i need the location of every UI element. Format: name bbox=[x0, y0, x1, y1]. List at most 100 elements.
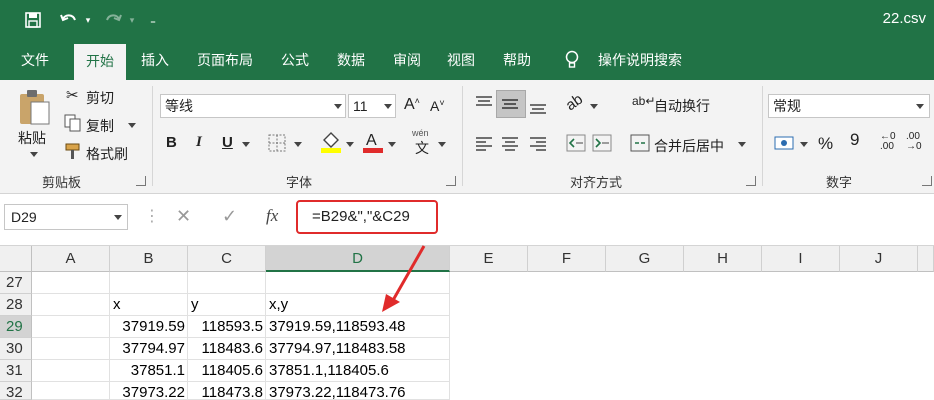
merge-center-button[interactable]: 合并后居中 bbox=[654, 136, 724, 156]
cell-b30[interactable]: 37794.97 bbox=[110, 338, 188, 360]
clipboard-launcher-icon[interactable] bbox=[136, 176, 146, 186]
align-middle-icon[interactable] bbox=[500, 94, 520, 114]
align-top-icon[interactable] bbox=[474, 94, 494, 112]
cell-a31[interactable] bbox=[32, 360, 110, 382]
comma-style-button[interactable]: 9 bbox=[850, 130, 859, 150]
column-header-f[interactable]: F bbox=[528, 246, 606, 272]
cell-b27[interactable] bbox=[110, 272, 188, 294]
shrink-font-icon[interactable]: A˅ bbox=[430, 98, 445, 114]
alignment-launcher-icon[interactable] bbox=[746, 176, 756, 186]
column-header-h[interactable]: H bbox=[684, 246, 762, 272]
paste-icon[interactable] bbox=[16, 88, 52, 126]
borders-dropdown-icon[interactable] bbox=[294, 142, 302, 147]
fill-color-dropdown-icon[interactable] bbox=[346, 142, 354, 147]
column-header-a[interactable]: A bbox=[32, 246, 110, 272]
cell-d30[interactable]: 37794.97,118483.58 bbox=[266, 338, 450, 360]
phonetic-guide-icon[interactable]: 文 bbox=[415, 138, 429, 158]
cancel-icon[interactable]: ✕ bbox=[176, 206, 191, 227]
tab-view[interactable]: 视图 bbox=[438, 40, 484, 80]
tab-help[interactable]: 帮助 bbox=[494, 40, 540, 80]
row-header[interactable]: 30 bbox=[0, 338, 32, 360]
tab-insert[interactable]: 插入 bbox=[130, 40, 180, 80]
decrease-decimal-icon[interactable]: .00 →0 bbox=[906, 132, 922, 152]
column-header-k[interactable] bbox=[918, 246, 934, 272]
redo-dropdown-icon[interactable]: ▾ bbox=[126, 8, 138, 32]
font-color-dropdown-icon[interactable] bbox=[388, 142, 396, 147]
number-format-select[interactable]: 常规 bbox=[768, 94, 930, 118]
cell-b29[interactable]: 37919.59 bbox=[110, 316, 188, 338]
increase-indent-icon[interactable] bbox=[592, 134, 612, 152]
cell-a27[interactable] bbox=[32, 272, 110, 294]
font-color-icon[interactable]: A bbox=[362, 130, 384, 154]
tell-me-search[interactable]: 操作说明搜索 bbox=[590, 40, 690, 80]
paste-dropdown-icon[interactable] bbox=[30, 152, 38, 157]
enter-icon[interactable]: ✓ bbox=[222, 206, 237, 227]
cell-c27[interactable] bbox=[188, 272, 266, 294]
copy-dropdown-icon[interactable] bbox=[128, 123, 136, 128]
font-launcher-icon[interactable] bbox=[446, 176, 456, 186]
row-header[interactable]: 28 bbox=[0, 294, 32, 316]
tab-data[interactable]: 数据 bbox=[328, 40, 374, 80]
cut-button[interactable]: 剪切 bbox=[86, 88, 114, 108]
tab-file[interactable]: 文件 bbox=[10, 40, 60, 80]
cell-a28[interactable] bbox=[32, 294, 110, 316]
cell-c31[interactable]: 118405.6 bbox=[188, 360, 266, 382]
select-all-corner[interactable] bbox=[0, 246, 32, 272]
increase-decimal-icon[interactable]: ←0.00 bbox=[880, 132, 896, 152]
cell-b31[interactable]: 37851.1 bbox=[110, 360, 188, 382]
accounting-dropdown-icon[interactable] bbox=[800, 142, 808, 147]
undo-dropdown-icon[interactable]: ▾ bbox=[82, 8, 94, 32]
cell-b32[interactable]: 37973.22 bbox=[110, 382, 188, 400]
column-header-j[interactable]: J bbox=[840, 246, 918, 272]
format-painter-button[interactable]: 格式刷 bbox=[86, 144, 128, 164]
cell-c29[interactable]: 118593.5 bbox=[188, 316, 266, 338]
font-size-dropdown-icon[interactable] bbox=[384, 104, 392, 109]
number-format-dropdown-icon[interactable] bbox=[916, 104, 924, 109]
font-name-dropdown-icon[interactable] bbox=[334, 104, 342, 109]
tab-page-layout[interactable]: 页面布局 bbox=[190, 40, 260, 80]
tab-formulas[interactable]: 公式 bbox=[272, 40, 318, 80]
decrease-indent-icon[interactable] bbox=[566, 134, 586, 152]
align-left-icon[interactable] bbox=[474, 136, 494, 152]
column-header-e[interactable]: E bbox=[450, 246, 528, 272]
cell-c32[interactable]: 118473.8 bbox=[188, 382, 266, 400]
customize-toolbar-icon[interactable]: ₌ bbox=[146, 8, 160, 32]
column-header-g[interactable]: G bbox=[606, 246, 684, 272]
cell-d29[interactable]: 37919.59,118593.48 bbox=[266, 316, 450, 338]
merge-dropdown-icon[interactable] bbox=[738, 142, 746, 147]
fill-color-icon[interactable] bbox=[320, 130, 342, 154]
cell-b28[interactable]: x bbox=[110, 294, 188, 316]
name-box[interactable]: D29 bbox=[4, 204, 128, 230]
cell-a29[interactable] bbox=[32, 316, 110, 338]
accounting-format-icon[interactable] bbox=[774, 134, 796, 152]
borders-icon[interactable] bbox=[268, 134, 286, 152]
wrap-text-button[interactable]: 自动换行 bbox=[654, 96, 710, 116]
column-header-c[interactable]: C bbox=[188, 246, 266, 272]
number-launcher-icon[interactable] bbox=[922, 176, 932, 186]
column-header-d[interactable]: D bbox=[266, 246, 450, 272]
save-icon[interactable] bbox=[20, 8, 46, 32]
tab-review[interactable]: 审阅 bbox=[384, 40, 430, 80]
cell-c28[interactable]: y bbox=[188, 294, 266, 316]
copy-button[interactable]: 复制 bbox=[86, 116, 114, 136]
phonetic-dropdown-icon[interactable] bbox=[438, 142, 446, 147]
cell-a30[interactable] bbox=[32, 338, 110, 360]
cell-c30[interactable]: 118483.6 bbox=[188, 338, 266, 360]
tab-home[interactable]: 开始 bbox=[74, 44, 126, 80]
column-header-b[interactable]: B bbox=[110, 246, 188, 272]
paste-button[interactable]: 粘贴 bbox=[18, 128, 46, 148]
cell-a32[interactable] bbox=[32, 382, 110, 400]
align-center-icon[interactable] bbox=[500, 136, 520, 152]
insert-function-button[interactable]: fx bbox=[266, 206, 278, 226]
orientation-icon[interactable]: ab bbox=[563, 91, 586, 114]
font-name-select[interactable]: 等线 bbox=[160, 94, 346, 118]
align-bottom-icon[interactable] bbox=[528, 96, 548, 116]
row-header[interactable]: 29 bbox=[0, 316, 32, 338]
row-header[interactable]: 32 bbox=[0, 382, 32, 400]
orientation-dropdown-icon[interactable] bbox=[590, 104, 598, 109]
align-right-icon[interactable] bbox=[528, 136, 548, 152]
percent-style-button[interactable]: % bbox=[818, 134, 833, 154]
formula-input[interactable]: =B29&","&C29 bbox=[296, 200, 438, 234]
column-header-i[interactable]: I bbox=[762, 246, 840, 272]
name-box-dropdown-icon[interactable] bbox=[114, 215, 122, 220]
